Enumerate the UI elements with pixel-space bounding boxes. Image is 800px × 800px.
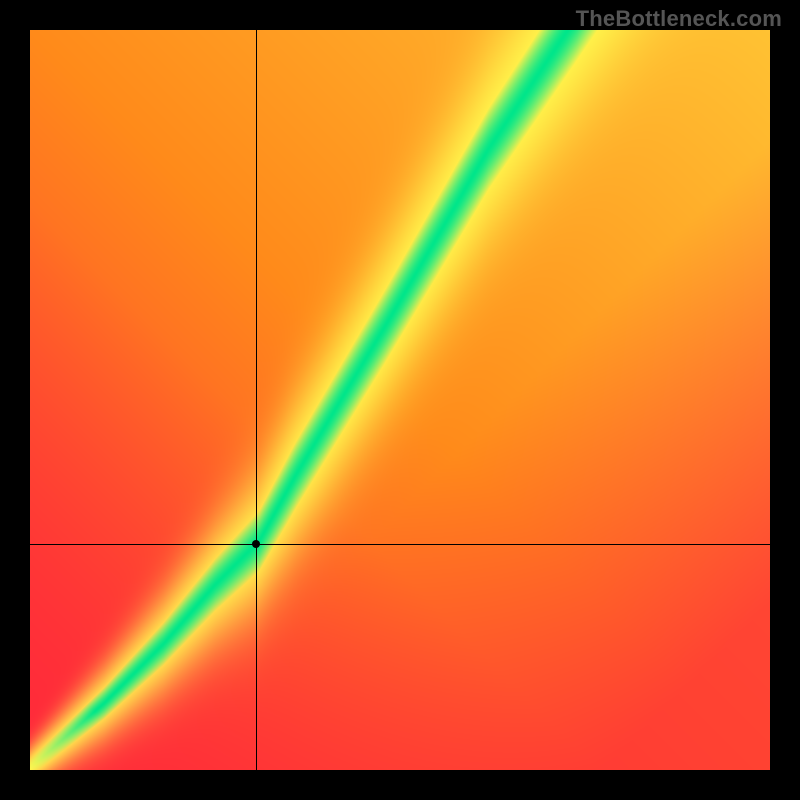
chart-frame: TheBottleneck.com [0,0,800,800]
crosshair-horizontal [30,544,770,545]
heatmap-canvas [30,30,770,770]
crosshair-dot [252,540,260,548]
watermark-text: TheBottleneck.com [576,6,782,32]
crosshair-vertical [256,30,257,770]
